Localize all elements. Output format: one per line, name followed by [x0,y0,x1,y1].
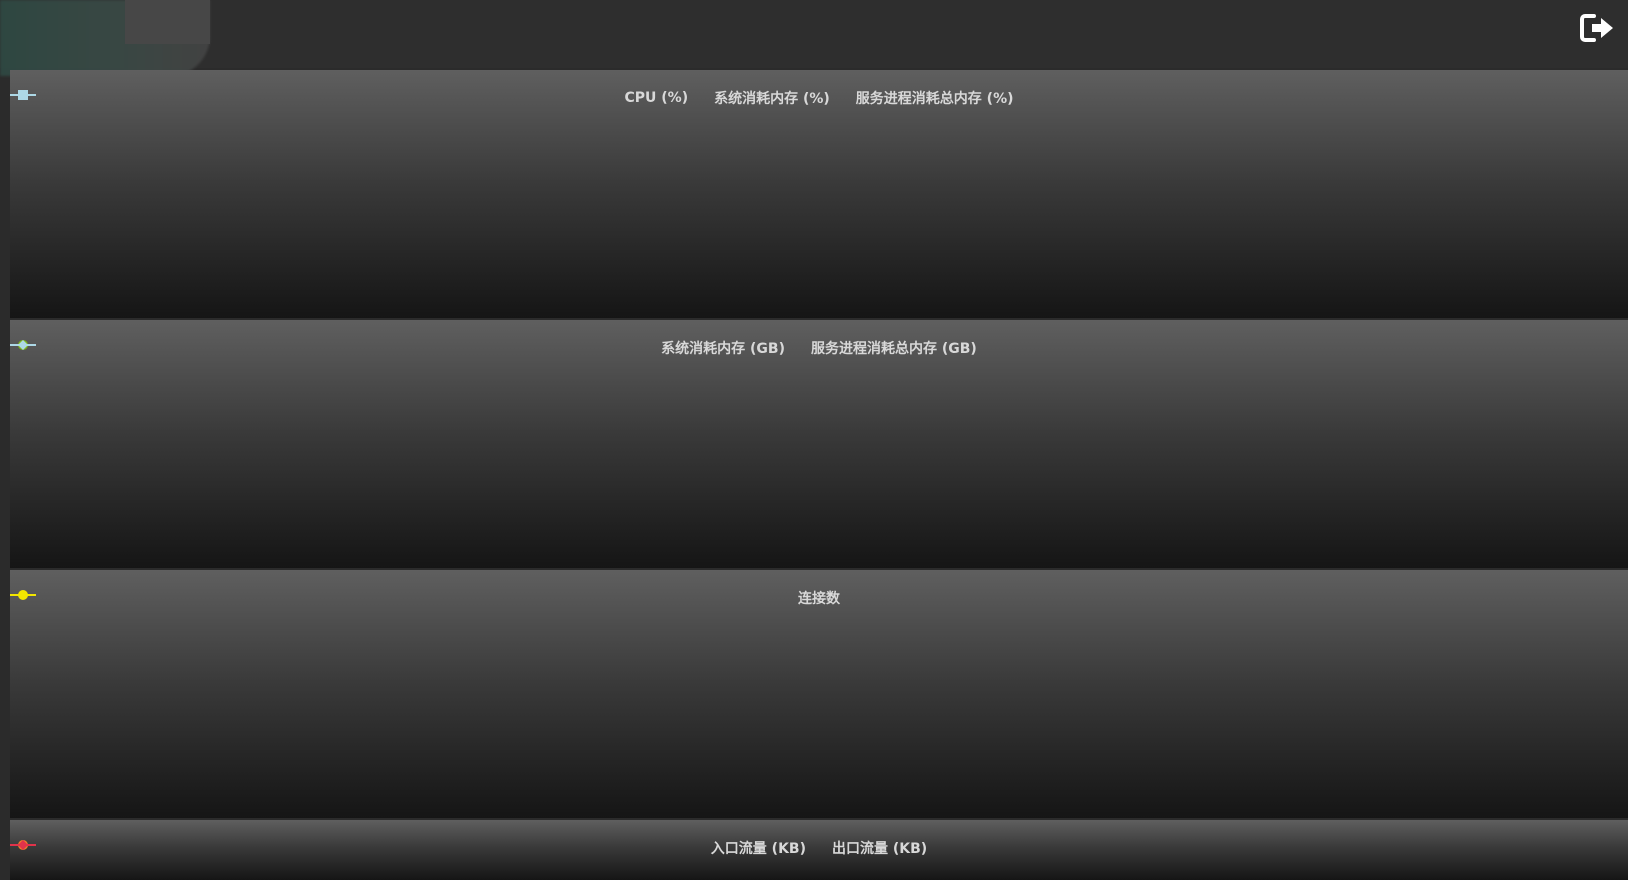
traffic-chart: 入口流量 (KB) 出口流量 (KB) [10,820,1628,880]
top-bar [0,0,1628,76]
legend-label: 入口流量 (KB) [710,841,806,857]
legend-label: 出口流量 (KB) [832,841,928,857]
chart-plot [10,570,1628,818]
legend-item-1[interactable]: 入口流量 (KB) [10,838,806,858]
memory-gb-chart: 01012:30:3612:30:5112:31:612:31:2112:31:… [10,320,1628,568]
cpu-memory-percent-chart: 02040608010012:30:3612:30:5112:31:612:31… [10,70,1628,318]
legend-item-2[interactable]: 出口流量 (KB) [10,838,928,858]
connections-chart: 13014015012:30:3612:30:5112:31:612:31:21… [10,570,1628,818]
chart-plot [10,320,1628,568]
chart-plot [10,70,1628,318]
logo-shade [125,0,210,44]
logout-icon[interactable] [1578,10,1618,46]
chart-legend: 入口流量 (KB) 出口流量 (KB) [10,838,1628,858]
legend-marker [10,840,36,850]
